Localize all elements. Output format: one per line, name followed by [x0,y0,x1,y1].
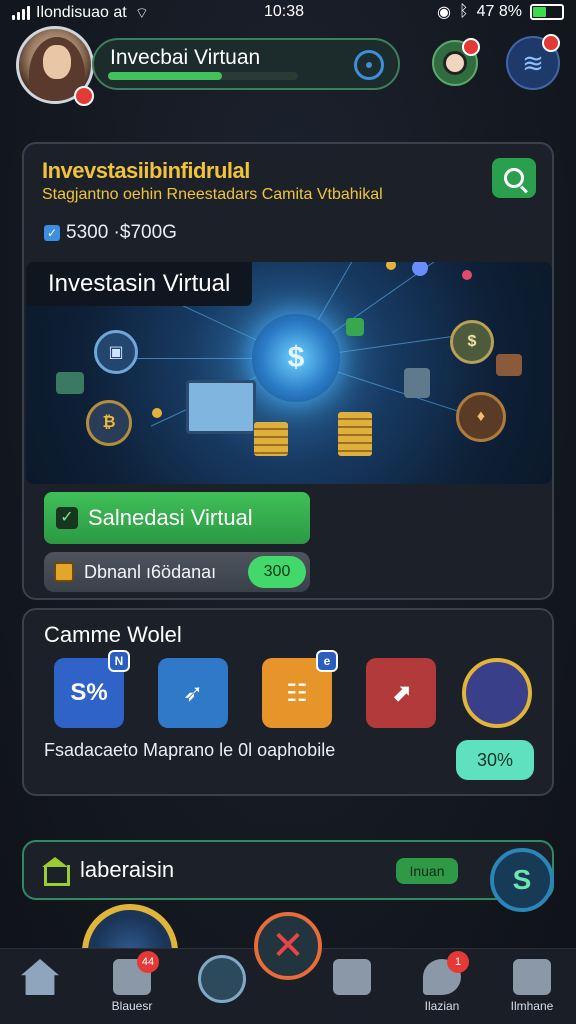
nav-item-portfolio[interactable]: 44 Blauesr [92,951,172,1019]
nav-item-chat[interactable]: 1 Ilazian [402,951,482,1019]
nav-label: Ilazian [424,999,460,1013]
search-button[interactable] [492,158,536,198]
game-tile-advisor-avatar-icon[interactable] [462,658,532,728]
document-icon [54,562,74,582]
game-tile-document-icon[interactable]: ☷ e [262,650,338,728]
document-icon: ☷ [286,679,308,707]
battery-fill [533,7,547,17]
search-icon [504,168,524,188]
dollar-icon: S [512,864,532,895]
portfolio-icon: 44 [113,951,159,995]
bank-icon [404,368,430,398]
card-heading: Invevstasiibinfidrulal [42,158,250,183]
profile-notification-badge [462,38,480,56]
game-tile-growth-chart-icon[interactable]: ⬈ [366,658,436,728]
virtual-investment-button[interactable]: ✓ Salnedasi Virtual [44,492,310,544]
dollar-coin-icon: $ [450,320,494,364]
donation-label: Dbnanl ı6ödanaı [84,561,217,582]
bottom-card-label: laberaisin [80,857,175,882]
investment-card: Invevstasiibinfidrulal Stagjantno oehin … [22,142,554,600]
wifi-icon: ⌔ [134,4,149,22]
avatar-notification-dot [74,86,94,106]
hero-title: Investasin Virtual [26,262,253,306]
carrier-name: Ilondisuao at [36,4,127,21]
battery-percent: 47 8% [476,3,522,20]
game-tile-rocket-icon[interactable]: ➶ [158,658,228,728]
location-coin-icon: ♦ [456,392,506,442]
rocket-icon: ➶ [182,679,204,707]
menu-button[interactable]: ≋ [506,34,560,90]
nav-item-home[interactable] [0,959,80,1019]
checkbox-icon[interactable]: ✓ [44,225,60,241]
percent-icon: S% [70,679,108,706]
bottom-card-tag[interactable]: Inuan [396,858,458,884]
menu-notification-badge [542,34,560,52]
wallet-icon [333,959,371,995]
growth-chart-icon: ⬈ [390,679,412,707]
price-range[interactable]: ✓ 5300 ·$700G [44,222,177,244]
tile-badge: e [316,650,338,672]
menu-icon: ≋ [522,47,544,78]
dollar-core-icon: $ [252,314,340,402]
check-icon: ✓ [56,507,78,529]
bottom-card[interactable]: laberaisin Inuan [22,840,554,900]
bitcoin-coin-icon: ₿ [86,400,132,446]
nav-label: Blauesr [111,999,153,1013]
virtual-investment-label: Salnedasi Virtual [88,505,253,530]
chat-icon: 1 [423,951,469,995]
coin-stack-icon-2 [338,412,372,456]
game-card: Camme Wolel S% N ➶ ☷ e ⬈ Fsadacaeto Maprano l… [22,608,554,796]
donation-amount[interactable]: 300 [248,556,306,588]
close-icon: ✕ [271,924,305,968]
alarm-icon: ◉ [437,4,452,21]
hero-illustration: Investasin Virtual $ ▣ ₿ $ ♦ [26,262,552,484]
app-title-bar[interactable]: Invecbai Virtuan [92,38,400,90]
status-right: ◉ ᛒ 47 8% [437,2,564,22]
nav-item-wallet[interactable] [312,959,392,1019]
cash-icon [346,318,364,336]
donation-bar[interactable]: Dbnanl ı6ödanaı 300 [44,552,310,592]
node-dot [412,262,428,276]
card-subheading: Stagjantno oehin Rneestadars Camita Vtba… [42,186,383,203]
nav-item-support[interactable] [182,955,262,1019]
percent-button[interactable]: 30% [456,740,534,780]
nav-badge: 1 [447,951,469,973]
node-dot-2 [152,408,162,418]
price-range-value: 5300 ·$700G [66,222,177,243]
game-card-description: Fsadacaeto Maprano le 0l oaphobile [44,740,336,760]
briefcase-icon [496,354,522,376]
coin-stack-icon [254,422,288,456]
money-icon [56,372,84,394]
laptop-icon [186,380,256,434]
node-dot-4 [462,270,472,280]
game-card-heading: Camme Wolel [44,622,182,647]
app-title: Invecbai Virtuan [110,46,261,69]
status-bar: Ilondisuao at ⌔ 10:38 ◉ ᛒ 47 8% [0,0,576,26]
level-progress-fill [108,72,222,80]
nav-item-market[interactable]: Ilmhane [492,959,572,1019]
dollar-fab-button[interactable]: S [490,848,554,912]
home-icon [21,959,59,995]
signal-icon [12,6,30,20]
clock: 10:38 [264,3,305,20]
nav-badge: 44 [137,951,159,973]
profile-icon [443,51,467,75]
tile-badge: N [108,650,130,672]
nav-label: Ilmhane [510,999,554,1013]
target-icon[interactable] [354,50,384,80]
level-progress [108,72,298,80]
game-tile-percent-icon[interactable]: S% N [54,650,130,728]
close-button[interactable]: ✕ [254,912,322,980]
node-dot-3 [386,262,396,270]
house-icon [42,857,70,886]
bluetooth-icon: ᛒ [459,3,469,20]
wallet-coin-icon: ▣ [94,330,138,374]
battery-icon [530,4,564,20]
profile-button[interactable] [432,38,480,86]
market-icon [513,959,551,995]
support-icon [198,955,246,1003]
